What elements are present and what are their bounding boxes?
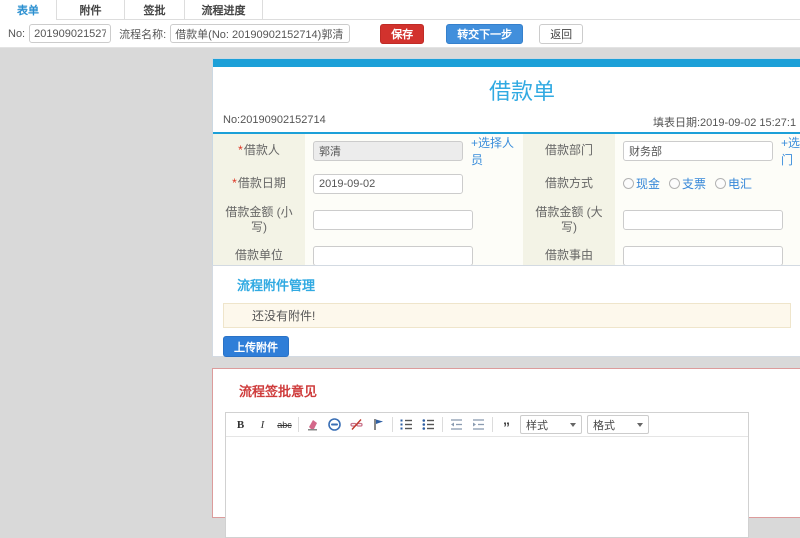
department-input[interactable]: [623, 140, 773, 161]
loan-reason-input[interactable]: [623, 245, 783, 266]
required-asterisk: *: [238, 143, 243, 157]
styles-dropdown[interactable]: 样式: [520, 415, 582, 434]
tab-progress[interactable]: 流程进度: [185, 0, 263, 20]
form-grid: *借款人 +选择人员 借款部门 +选择部门 *借款日期 借款方式 现金: [213, 134, 800, 271]
flow-name-label: 流程名称:: [119, 28, 167, 41]
indent-icon[interactable]: [470, 416, 487, 433]
strikethrough-button[interactable]: abc: [276, 416, 293, 433]
outdent-icon[interactable]: [448, 416, 465, 433]
toolbar: No: 流程名称: 保存 转交下一步 返回: [0, 20, 800, 48]
flow-name-input[interactable]: [170, 24, 351, 43]
back-button[interactable]: 返回: [539, 23, 584, 44]
loan-form-panel: 借款单 No:20190902152714 填表日期:2019-09-02 15…: [212, 58, 800, 279]
rich-text-editor: B I abc ” 样式 格式: [225, 412, 749, 538]
amount-lower-label: 借款金额 (小写): [213, 200, 305, 240]
toolbar-separator: [392, 417, 393, 432]
signoff-heading: 流程签批意见: [239, 384, 318, 399]
amount-upper-field: [615, 200, 800, 240]
radio-icon: [623, 178, 634, 189]
chevron-down-icon: [570, 422, 576, 427]
department-field: +选择部门: [615, 134, 800, 167]
remove-format-icon[interactable]: [304, 416, 321, 433]
department-label: 借款部门: [523, 134, 615, 167]
anchor-flag-icon[interactable]: [370, 416, 387, 433]
loan-unit-input[interactable]: [313, 245, 473, 266]
attachment-panel: 流程附件管理 还没有附件! 上传附件: [212, 265, 800, 357]
loan-date-input[interactable]: [313, 173, 463, 194]
loan-method-label: 借款方式: [523, 167, 615, 200]
bold-button[interactable]: B: [232, 416, 249, 433]
radio-wire[interactable]: 电汇: [715, 175, 752, 192]
chevron-down-icon: [637, 422, 643, 427]
tab-bar: 表单 附件 签批 流程进度: [0, 0, 800, 20]
amount-upper-input[interactable]: [623, 210, 783, 230]
toolbar-separator: [492, 417, 493, 432]
amount-upper-label: 借款金额 (大写): [523, 200, 615, 240]
save-button[interactable]: 保存: [380, 23, 425, 44]
bulleted-list-icon[interactable]: [420, 416, 437, 433]
link-icon[interactable]: [326, 416, 343, 433]
tab-form[interactable]: 表单: [0, 0, 57, 20]
radio-cheque[interactable]: 支票: [669, 175, 706, 192]
amount-lower-field: [305, 200, 523, 240]
form-meta-row: No:20190902152714 填表日期:2019-09-02 15:27:…: [213, 110, 800, 134]
radio-icon: [715, 178, 727, 189]
toolbar-separator: [298, 417, 299, 432]
required-asterisk: *: [232, 176, 237, 190]
loan-date-field: [305, 167, 523, 200]
form-number: No:20190902152714: [223, 114, 326, 126]
radio-cash[interactable]: 现金: [623, 175, 660, 192]
pick-person-link[interactable]: +选择人员: [471, 134, 523, 168]
forward-next-step-button[interactable]: 转交下一步: [446, 23, 524, 44]
signoff-panel: 流程签批意见 B I abc ” 样式 格式: [212, 368, 800, 538]
borrower-field: +选择人员: [305, 134, 523, 167]
form-fill-date: 填表日期:2019-09-02 15:27:1: [653, 117, 797, 129]
editor-content-area[interactable]: [226, 437, 748, 537]
loan-date-label: *借款日期: [213, 167, 305, 200]
format-dropdown[interactable]: 格式: [587, 415, 649, 434]
toolbar-separator: [442, 417, 443, 432]
upload-attachment-button[interactable]: 上传附件: [223, 336, 289, 357]
tab-signoff[interactable]: 签批: [125, 0, 185, 20]
tab-attachments[interactable]: 附件: [57, 0, 125, 20]
blockquote-button[interactable]: ”: [498, 416, 515, 435]
editor-toolbar: B I abc ” 样式 格式: [226, 413, 748, 437]
panel-top-bar: [213, 59, 800, 67]
no-label: No:: [8, 27, 26, 40]
radio-icon: [669, 178, 681, 189]
attachment-heading: 流程附件管理: [237, 278, 316, 293]
form-title: 借款单: [488, 79, 555, 104]
borrower-input[interactable]: [313, 140, 463, 161]
no-input[interactable]: [29, 24, 112, 43]
no-attachment-alert: 还没有附件!: [223, 303, 791, 328]
borrower-label: *借款人: [213, 134, 305, 167]
pick-department-link[interactable]: +选择部门: [781, 134, 800, 168]
amount-lower-input[interactable]: [313, 210, 473, 230]
italic-button[interactable]: I: [254, 416, 271, 433]
unlink-icon[interactable]: [348, 416, 365, 433]
numbered-list-icon[interactable]: [398, 416, 415, 433]
loan-method-field: 现金 支票 电汇: [615, 167, 800, 200]
